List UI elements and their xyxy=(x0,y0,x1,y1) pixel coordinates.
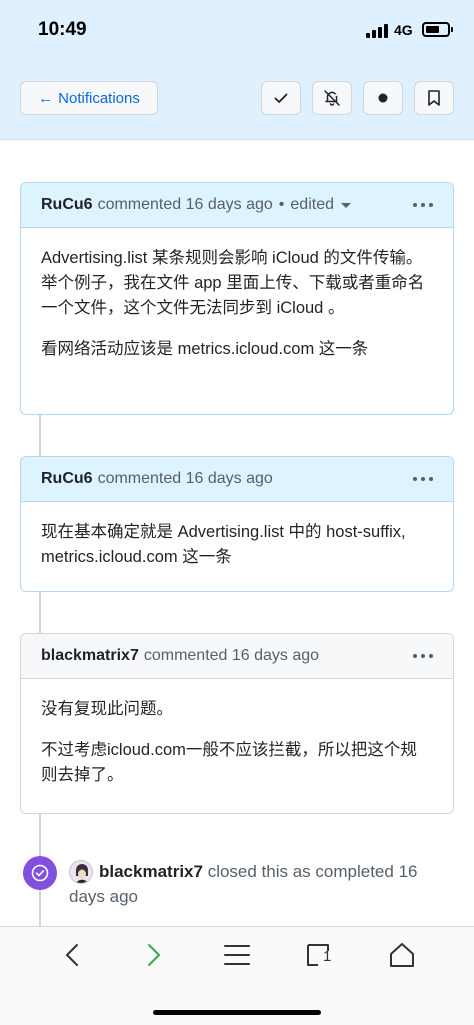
bookmark-icon xyxy=(428,90,440,106)
comment-body: Advertising.list 某条规则会影响 iCloud 的文件传输。 举… xyxy=(21,228,453,382)
check-circle-icon xyxy=(23,856,57,890)
bell-slash-icon xyxy=(324,90,340,106)
comment-card: RuCu6 commented 16 days ago 现在基本确定就是 Adv… xyxy=(20,456,454,592)
comment-author[interactable]: RuCu6 xyxy=(41,196,93,214)
comment-card: RuCu6 commented 16 days ago • edited Adv… xyxy=(20,182,454,415)
home-icon[interactable] xyxy=(380,940,424,970)
closed-event: blackmatrix7 closed this as completed 16… xyxy=(69,859,449,909)
comment-paragraph: 看网络活动应该是 metrics.icloud.com 这一条 xyxy=(41,340,369,358)
comment-paragraph: 没有复现此问题。 xyxy=(41,700,173,718)
avatar[interactable] xyxy=(69,860,93,884)
comment-meta: commented 16 days ago xyxy=(97,196,273,213)
comment-author[interactable]: RuCu6 xyxy=(41,470,93,488)
comment-paragraph: 举个例子，我在文件 app 里面上传、下载或者重命名一个文件，这个文件无法同步到… xyxy=(41,274,425,317)
comment-body: 没有复现此问题。 不过考虑icloud.com一般不应该拦截，所以把这个规则去掉… xyxy=(21,679,453,808)
edited-label[interactable]: edited xyxy=(290,196,334,214)
notifications-label: Notifications xyxy=(58,89,140,107)
comment-header: blackmatrix7 commented 16 days ago xyxy=(21,634,453,679)
tabs-icon[interactable]: 1 xyxy=(298,940,342,970)
mark-done-button[interactable] xyxy=(261,81,301,115)
comment-author[interactable]: blackmatrix7 xyxy=(41,647,139,665)
chevron-down-icon[interactable] xyxy=(340,202,351,208)
network-type: 4G xyxy=(394,22,413,38)
chevron-right-icon[interactable] xyxy=(132,940,176,970)
comment-meta: commented 16 days ago xyxy=(97,470,273,487)
timeline-connector xyxy=(39,592,41,633)
arrow-left-icon: ← xyxy=(38,89,54,107)
timeline-connector xyxy=(39,415,41,456)
signal-icon xyxy=(366,24,388,38)
event-author[interactable]: blackmatrix7 xyxy=(99,862,203,881)
comment-header: RuCu6 commented 16 days ago • edited xyxy=(21,183,453,228)
comment-paragraph: 现在基本确定就是 Advertising.list 中的 host-suffix… xyxy=(41,523,406,566)
more-options-icon[interactable] xyxy=(413,654,433,658)
unsubscribe-button[interactable] xyxy=(312,81,352,115)
home-indicator xyxy=(153,1010,321,1015)
dot-icon xyxy=(378,93,388,103)
comment-body: 现在基本确定就是 Advertising.list 中的 host-suffix… xyxy=(21,502,453,590)
back-to-notifications-button[interactable]: ← Notifications xyxy=(20,81,158,115)
status-time: 10:49 xyxy=(38,19,87,40)
comment-paragraph: 不过考虑icloud.com一般不应该拦截，所以把这个规则去掉了。 xyxy=(41,741,417,784)
notification-toolbar: ← Notifications xyxy=(0,56,474,140)
comment-paragraph: Advertising.list 某条规则会影响 iCloud 的文件传输。 xyxy=(41,249,423,267)
comment-card: blackmatrix7 commented 16 days ago 没有复现此… xyxy=(20,633,454,814)
chevron-left-icon[interactable] xyxy=(50,940,94,970)
mark-unread-button[interactable] xyxy=(363,81,403,115)
more-options-icon[interactable] xyxy=(413,477,433,481)
separator-dot: • xyxy=(278,196,285,213)
check-icon xyxy=(274,93,288,103)
more-options-icon[interactable] xyxy=(413,203,433,207)
status-bar: 10:49 4G xyxy=(0,0,474,56)
tabs-count: 1 xyxy=(323,948,332,965)
battery-icon xyxy=(422,22,453,37)
menu-icon[interactable] xyxy=(215,940,259,970)
save-button[interactable] xyxy=(414,81,454,115)
comment-meta: commented 16 days ago xyxy=(143,647,320,664)
comment-header: RuCu6 commented 16 days ago xyxy=(21,457,453,502)
